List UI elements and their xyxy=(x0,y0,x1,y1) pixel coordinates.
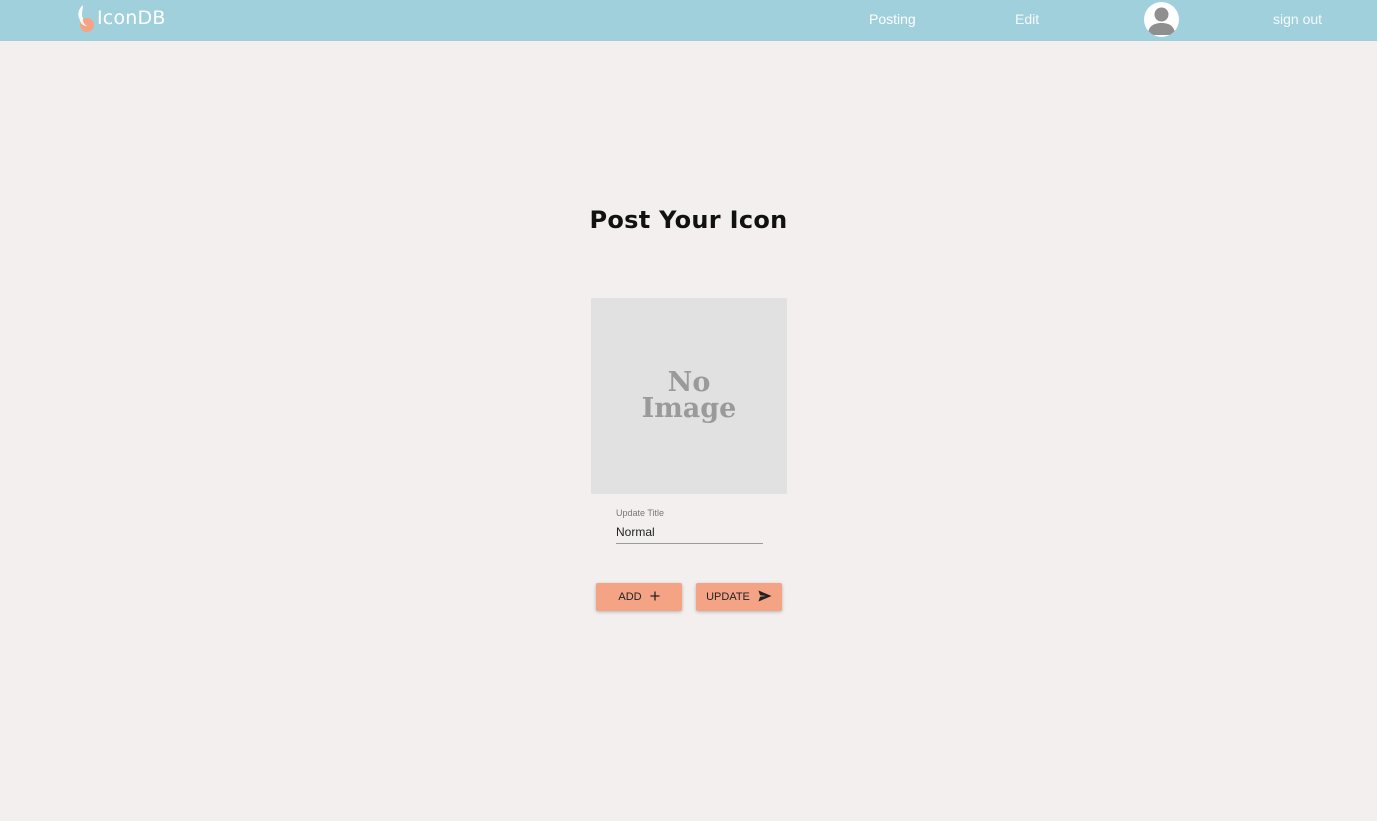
top-navbar: IconDB Posting Edit sign out xyxy=(0,0,1377,41)
sign-out-link[interactable]: sign out xyxy=(1273,11,1322,27)
logo-text: IconDB xyxy=(97,7,166,29)
update-title-input[interactable] xyxy=(616,525,763,544)
user-avatar-icon[interactable] xyxy=(1144,2,1179,37)
send-icon xyxy=(758,590,772,605)
add-button-label: ADD xyxy=(618,591,642,603)
no-image-line-2: Image xyxy=(641,393,737,424)
image-placeholder[interactable]: No Image xyxy=(591,298,787,494)
person-silhouette-icon xyxy=(1148,7,1175,35)
plus-icon xyxy=(650,591,660,604)
update-button[interactable]: UPDATE xyxy=(696,583,782,611)
nav-edit-link[interactable]: Edit xyxy=(1015,11,1039,27)
page-title: Post Your Icon xyxy=(589,206,788,234)
logo-flame-icon xyxy=(78,5,94,32)
nav-posting-link[interactable]: Posting xyxy=(869,11,916,27)
logo[interactable]: IconDB xyxy=(74,3,166,33)
update-button-label: UPDATE xyxy=(706,591,750,603)
update-title-label: Update Title xyxy=(616,508,665,518)
update-title-field: Update Title xyxy=(616,508,763,544)
add-button[interactable]: ADD xyxy=(596,583,682,611)
